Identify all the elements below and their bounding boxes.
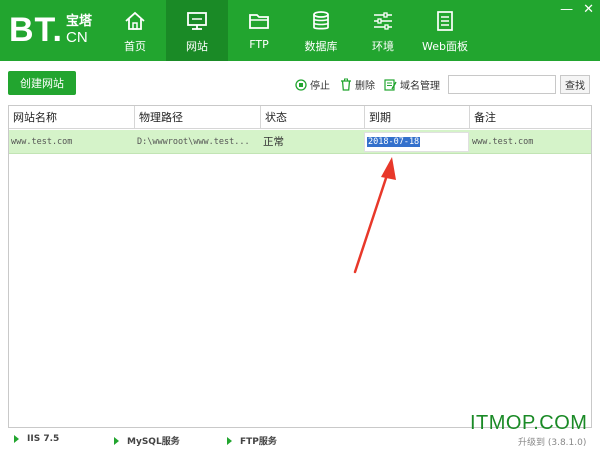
nav-item-website[interactable]: 网站 [166, 0, 228, 61]
sliders-icon [371, 9, 395, 33]
logo-cn-top: 宝塔 [66, 14, 93, 29]
close-button[interactable]: ✕ [583, 2, 594, 17]
nav-item-database[interactable]: 数据库 [290, 0, 352, 61]
stop-label: 停止 [310, 81, 330, 92]
database-icon [309, 9, 333, 33]
column-header-name[interactable]: 网站名称 [9, 106, 135, 129]
column-header-status[interactable]: 状态 [261, 106, 365, 129]
play-icon [227, 436, 232, 445]
service-mysql[interactable]: MySQL服务 [114, 434, 180, 447]
nav-item-web-panel[interactable]: Web面板 [414, 0, 476, 61]
column-header-path[interactable]: 物理路径 [135, 106, 261, 129]
nav-label: 网站 [186, 40, 208, 53]
website-table: 网站名称 物理路径 状态 到期 备注 www.test.com D:\wwwro… [8, 105, 592, 428]
minimize-button[interactable]: — [560, 2, 573, 17]
folder-icon [247, 9, 271, 33]
delete-button[interactable]: 删除 [340, 77, 375, 92]
panel-icon [433, 9, 457, 33]
service-iis[interactable]: IIS 7.5 [14, 434, 59, 444]
create-website-button[interactable]: 创建网站 [8, 71, 76, 95]
logo-bt-text: BT. [9, 11, 63, 49]
toolbar: 创建网站 停止 删除 域名管理 查找 [0, 61, 600, 105]
service-label: FTP服务 [240, 437, 277, 447]
logo-cn-bottom: CN [66, 29, 88, 46]
delete-label: 删除 [355, 81, 375, 92]
app-logo: BT. 宝塔 CN [9, 12, 92, 48]
nav-label: 环境 [372, 40, 394, 53]
nav-item-home[interactable]: 首页 [104, 0, 166, 61]
domain-manage-label: 域名管理 [400, 81, 440, 92]
nav-item-ftp[interactable]: FTP [228, 0, 290, 61]
column-header-expire[interactable]: 到期 [365, 106, 470, 129]
table-header: 网站名称 物理路径 状态 到期 备注 [9, 106, 591, 129]
service-label: MySQL服务 [127, 437, 180, 447]
monitor-icon [185, 9, 209, 33]
nav-label: 首页 [124, 40, 146, 53]
edit-icon [384, 79, 397, 91]
cell-path: D:\wwwroot\www.test... [137, 137, 250, 147]
nav-item-environment[interactable]: 环境 [352, 0, 414, 61]
expire-date-selected: 2018-07-18 [367, 137, 421, 147]
table-row[interactable]: www.test.com D:\wwwroot\www.test... 正常 2… [9, 130, 591, 154]
service-label: IIS 7.5 [27, 434, 60, 444]
stop-icon [295, 78, 307, 91]
stop-button[interactable]: 停止 [295, 77, 330, 92]
cell-expire-input[interactable]: 2018-07-18 [364, 132, 469, 152]
cell-status: 正常 [263, 136, 284, 148]
home-icon [123, 9, 147, 33]
trash-icon [341, 78, 351, 91]
status-bar: IIS 7.5 MySQL服务 FTP服务 升级到 (3.8.1.0) [0, 429, 600, 450]
nav-label: Web面板 [422, 40, 468, 53]
column-header-note[interactable]: 备注 [470, 106, 591, 129]
window-controls: — ✕ [560, 2, 594, 17]
search-button[interactable]: 查找 [560, 75, 590, 94]
play-icon [114, 436, 119, 445]
nav-label: FTP [249, 38, 269, 51]
nav-label: 数据库 [304, 40, 338, 53]
search-input[interactable] [448, 75, 556, 94]
main-nav: 首页 网站 FTP 数据库 环境 Web面板 [104, 0, 476, 61]
cell-site-name: www.test.com [11, 137, 73, 147]
app-header: BT. 宝塔 CN 首页 网站 FTP 数据库 环境 Web面板 — ✕ [0, 0, 600, 61]
cell-note: www.test.com [472, 137, 534, 147]
service-ftp[interactable]: FTP服务 [227, 434, 277, 447]
domain-manage-button[interactable]: 域名管理 [384, 77, 440, 92]
play-icon [14, 435, 19, 443]
upgrade-link[interactable]: 升级到 (3.8.1.0) [518, 435, 586, 448]
